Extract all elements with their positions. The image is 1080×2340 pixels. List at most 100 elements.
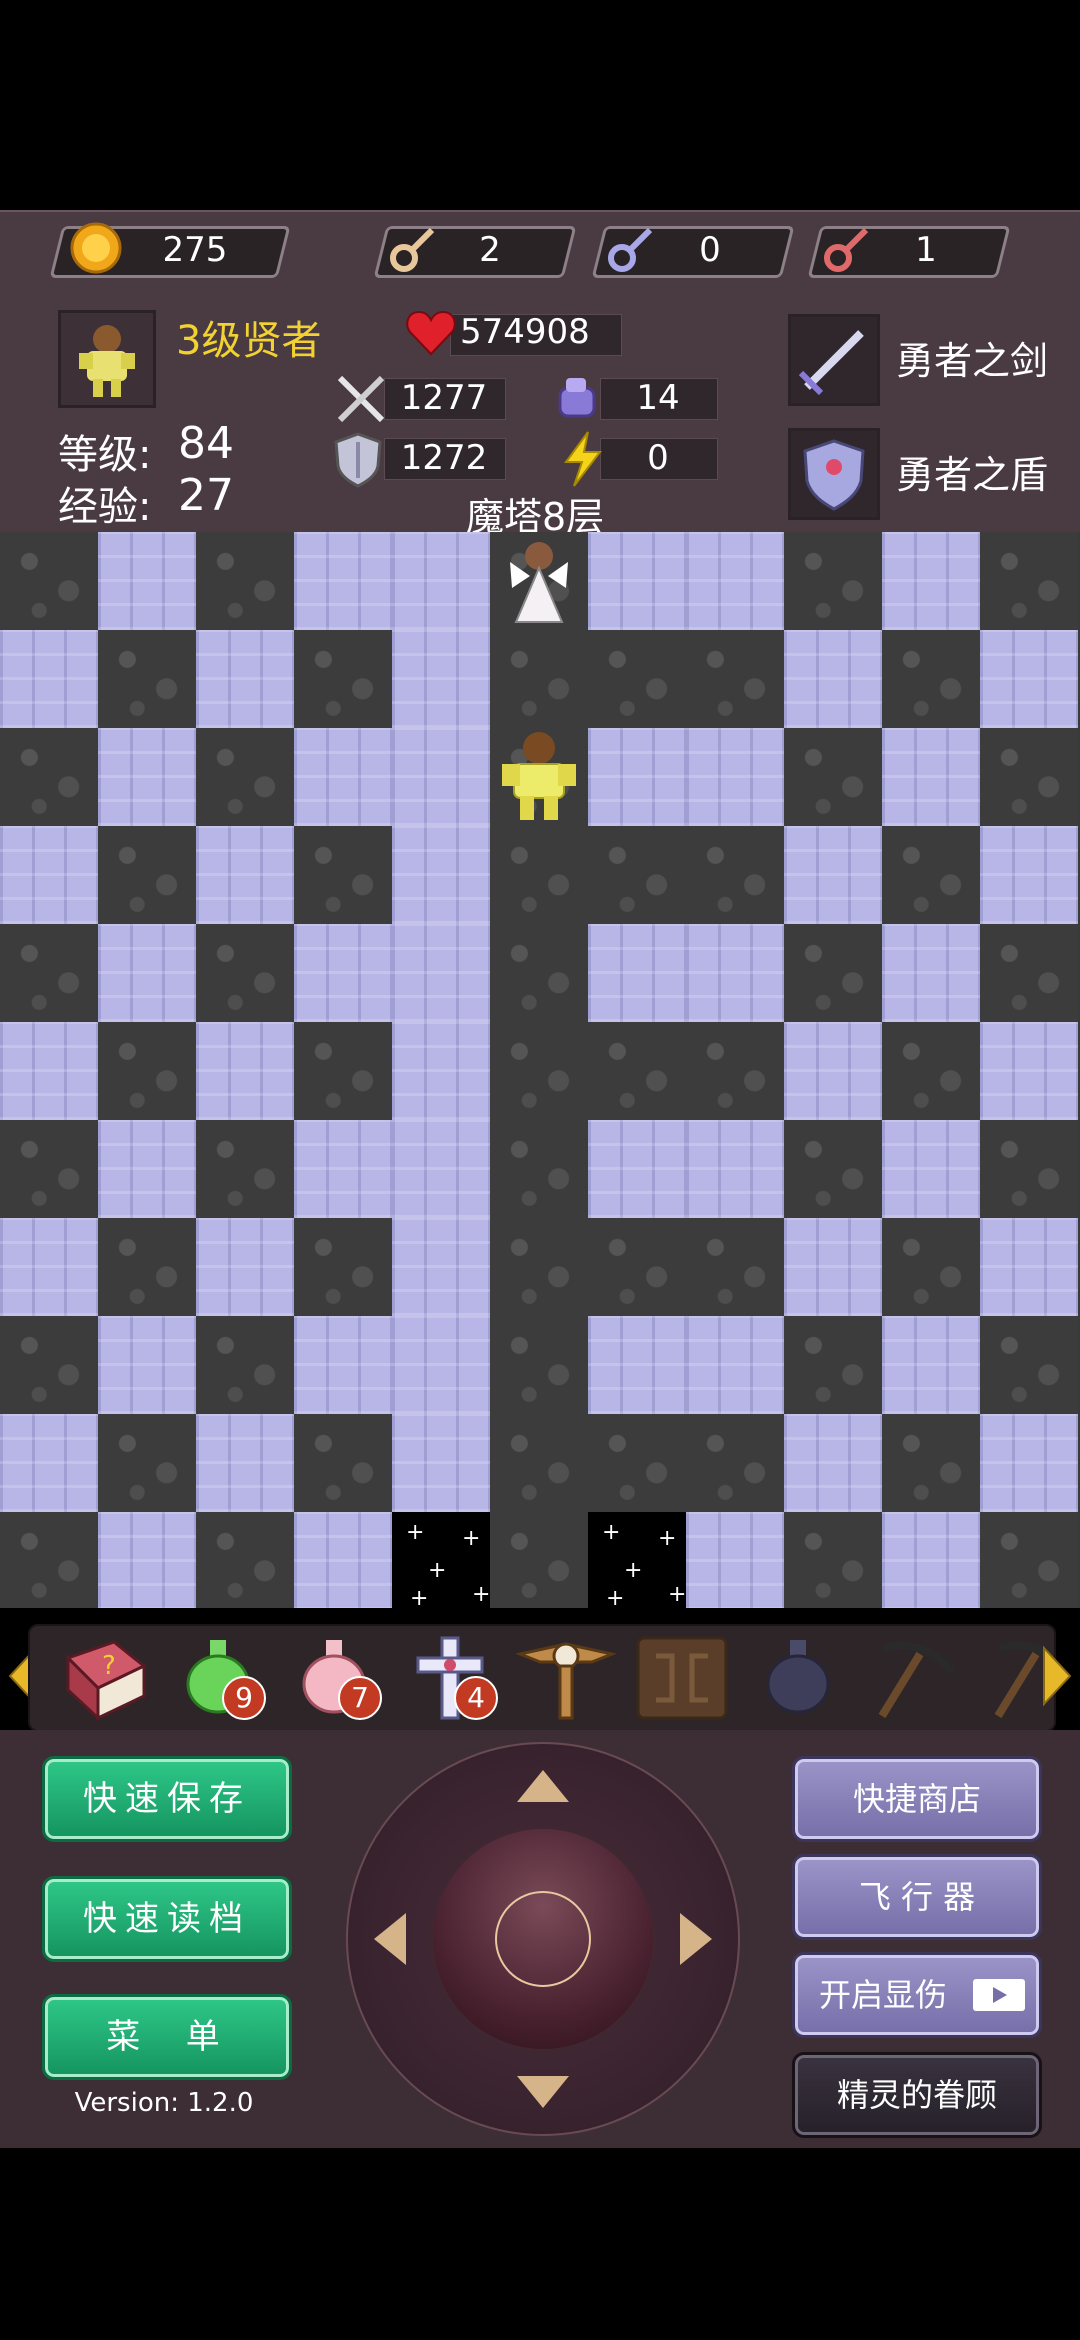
floor-tile	[980, 532, 1078, 630]
floor-tile	[196, 924, 294, 1022]
floor-tile	[784, 1120, 882, 1218]
exp-label: 经验:	[58, 484, 152, 530]
item-slot-pickaxe[interactable]	[864, 1632, 964, 1724]
floor-tile	[882, 826, 980, 924]
damage-display-label: 开启显伤	[819, 1976, 948, 2014]
item-slot-ancient-tablet[interactable]	[632, 1632, 732, 1724]
floor-tile	[980, 728, 1078, 826]
wall-tile	[882, 532, 980, 630]
star-sparkle: +	[658, 1526, 677, 1551]
dpad-center[interactable]	[433, 1829, 653, 2049]
floor-tile	[490, 1218, 588, 1316]
wall-tile	[392, 1218, 490, 1316]
item-slot-winged-staff[interactable]	[514, 1632, 618, 1724]
fairy-blessing-button[interactable]: 精灵的眷顾	[792, 2052, 1042, 2138]
floor-tile	[784, 1512, 882, 1608]
floor-tile	[294, 1414, 392, 1512]
floor-tile	[588, 1414, 686, 1512]
floor-tile	[0, 1512, 98, 1608]
fly-button[interactable]: 飞 行 器	[792, 1854, 1042, 1940]
star-sparkle: +	[428, 1558, 447, 1583]
floor-tile	[490, 1316, 588, 1414]
monster-manual-icon: ?	[65, 1640, 147, 1722]
coin-icon	[70, 222, 122, 274]
item-slot-green-potion[interactable]: 9	[168, 1632, 268, 1724]
item-slot-dark-urn[interactable]	[748, 1632, 848, 1724]
wall-tile	[98, 532, 196, 630]
weapon-name: 勇者之剑	[896, 339, 1049, 383]
weapon-slot[interactable]	[788, 314, 880, 406]
floor-tile	[686, 1022, 784, 1120]
coin-count: 275	[162, 230, 228, 270]
wall-tile	[686, 532, 784, 630]
quick-load-button[interactable]: 快速读档	[42, 1876, 292, 1962]
floor-tile	[294, 1218, 392, 1316]
dpad-right-icon[interactable]	[676, 1909, 716, 1969]
floor-tile	[196, 728, 294, 826]
fairy-npc-icon[interactable]	[490, 532, 588, 630]
item-slot-monster-manual[interactable]: ?	[52, 1632, 152, 1724]
red-key-icon	[824, 227, 869, 272]
dpad-down-icon[interactable]	[513, 2072, 573, 2112]
floor-tile	[490, 1512, 588, 1608]
wall-tile	[686, 1512, 784, 1608]
floor-tile	[98, 1218, 196, 1316]
wall-tile	[784, 630, 882, 728]
star-sparkle: +	[602, 1520, 621, 1545]
magic-gauntlet-icon	[558, 378, 596, 418]
damage-display-button[interactable]: 开启显伤	[792, 1952, 1042, 2038]
yellow-key-count: 2	[479, 230, 501, 270]
star-sparkle: +	[462, 1526, 481, 1551]
wall-tile	[0, 1414, 98, 1512]
wall-tile	[980, 1218, 1078, 1316]
wall-tile	[784, 1414, 882, 1512]
wall-tile	[392, 1120, 490, 1218]
item-slot-holy-cross[interactable]: 4	[400, 1632, 500, 1724]
floor-tile	[294, 826, 392, 924]
item-slot-pink-potion[interactable]: 7	[284, 1632, 384, 1724]
floor-tile	[98, 1414, 196, 1512]
quick-shop-button[interactable]: 快捷商店	[792, 1756, 1042, 1842]
floor-tile	[980, 1120, 1078, 1218]
game-map[interactable]: + + + + + + + + + +	[0, 532, 1080, 1608]
ancient-tablet-icon	[636, 1636, 728, 1720]
wall-tile	[882, 1512, 980, 1608]
floor-tile	[196, 1120, 294, 1218]
winged-staff-icon	[514, 1642, 618, 1720]
wall-tile	[392, 1022, 490, 1120]
wall-tile	[98, 1316, 196, 1414]
floor-tile	[490, 630, 588, 728]
quick-save-button[interactable]: 快速保存	[42, 1756, 292, 1842]
wall-tile	[588, 1120, 686, 1218]
wall-tile	[784, 826, 882, 924]
wall-tile	[980, 1414, 1078, 1512]
floor-tile	[0, 728, 98, 826]
wall-tile	[588, 728, 686, 826]
svg-text:?: ?	[102, 1651, 116, 1681]
attack-value: 1277	[400, 378, 488, 418]
wall-tile	[784, 1022, 882, 1120]
star-sparkle: +	[406, 1520, 425, 1545]
wall-tile	[294, 1316, 392, 1414]
floor-tile	[588, 1218, 686, 1316]
item-bar-right-arrow-icon[interactable]	[1040, 1644, 1074, 1708]
menu-button[interactable]: 菜 单	[42, 1994, 292, 2080]
floor-tile	[686, 826, 784, 924]
shield-slot[interactable]	[788, 428, 880, 520]
floor-tile	[196, 1512, 294, 1608]
wall-tile	[196, 1218, 294, 1316]
energy-value: 0	[647, 438, 669, 478]
wall-tile	[588, 532, 686, 630]
wall-tile	[392, 826, 490, 924]
shield-icon	[334, 432, 382, 488]
dpad-up-icon[interactable]	[513, 1766, 573, 1806]
wall-tile	[294, 728, 392, 826]
wall-tile	[0, 1218, 98, 1316]
wall-tile	[392, 630, 490, 728]
floor-tile	[784, 728, 882, 826]
floor-tile	[784, 1316, 882, 1414]
wall-tile	[588, 924, 686, 1022]
stairs-tile: + + + + +	[588, 1512, 686, 1608]
wall-tile	[392, 924, 490, 1022]
dpad-left-icon[interactable]	[370, 1909, 410, 1969]
